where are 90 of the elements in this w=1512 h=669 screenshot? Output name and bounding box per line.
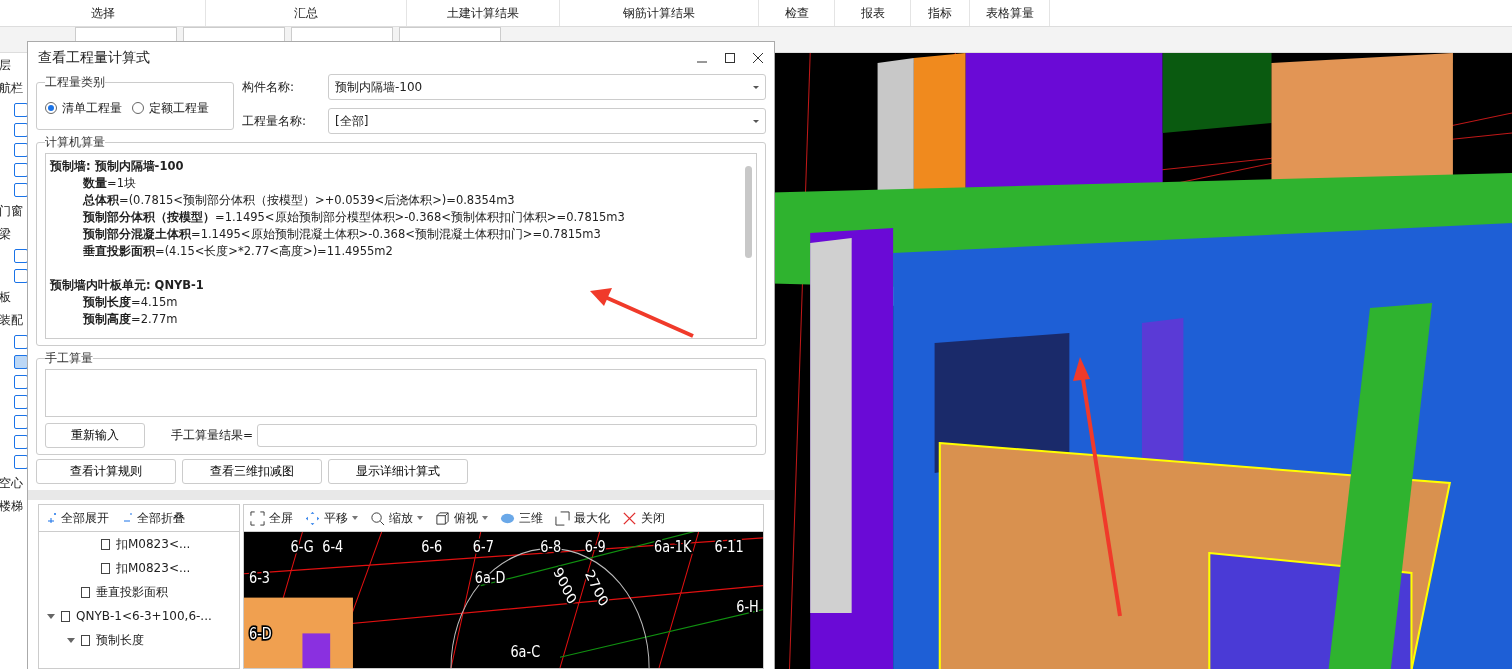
close-icon[interactable] [752, 52, 764, 64]
tree-toolbar-button[interactable]: 全部折叠 [123, 509, 185, 527]
group-legend: 手工算量 [45, 350, 93, 367]
formula-heading: 预制墙: 预制内隔墙-100 [50, 158, 185, 175]
list-icon [101, 538, 110, 550]
formula-line: 预制长度=4.15m [82, 294, 179, 311]
nav-label[interactable]: 空心 [0, 475, 23, 492]
tree-toolbar-button[interactable]: 全部展开 [47, 509, 109, 527]
group-legend: 计算机算量 [45, 134, 105, 151]
tree-item[interactable]: 扣M0823<... [116, 559, 191, 577]
field-label: 工程量名称: [242, 112, 308, 130]
formula-line: 总体积=(0.7815<预制部分体积（按模型）>+0.0539<后浇体积>)=0.8354m3 [81, 192, 516, 209]
fullscreen-view-icon [250, 510, 265, 526]
grid-axis-label: 6-H [736, 597, 759, 616]
list-icon [81, 586, 90, 598]
tree-item[interactable]: 扣M0823<... [116, 535, 191, 553]
dialog-title: 查看工程量计算式 [38, 49, 150, 67]
collapse-icon [123, 513, 133, 523]
action-button[interactable]: 显示详细计算式 [328, 459, 468, 484]
radio-label[interactable]: 定额工程量 [149, 99, 209, 117]
list-icon [61, 610, 70, 622]
nav-label[interactable]: 装配 [0, 312, 23, 329]
formula-heading: 预制墙内叶板单元: QNYB-1 [50, 277, 205, 294]
tree-item[interactable]: 预制长度 [96, 631, 144, 649]
group-legend: 工程量类别 [45, 74, 105, 91]
grid-axis-label: 6-11 [714, 538, 744, 556]
result-field[interactable] [257, 424, 757, 447]
dropdown-field[interactable]: 预制内隔墙-100 [328, 74, 766, 100]
caret-icon[interactable] [67, 636, 75, 644]
view-toolbar-button[interactable]: 关闭 [622, 509, 665, 527]
expand-icon [47, 513, 57, 523]
zoom-view-icon [370, 510, 385, 526]
grid-axis-label: 6a-C [510, 643, 541, 661]
grid-axis-label: 6-G [290, 538, 314, 556]
ribbon-tab[interactable]: 检查 [759, 0, 835, 26]
maximize-view-icon [555, 510, 570, 526]
radio-label[interactable]: 清单工程量 [62, 99, 122, 117]
maximize-icon[interactable] [724, 52, 736, 64]
grid-axis-label: 2700 [582, 566, 612, 610]
ribbon-tab[interactable]: 指标 [911, 0, 970, 26]
list-icon [81, 634, 90, 646]
view-toolbar-button[interactable]: 俯视 [435, 509, 488, 527]
ribbon-tab[interactable]: 土建计算结果 [407, 0, 560, 26]
formula-line: 数量=1块 [82, 175, 137, 192]
tree-item[interactable]: QNYB-1<6-3+100,6-... [76, 609, 212, 623]
field-label: 构件名称: [242, 78, 296, 96]
dropdown-field[interactable]: [全部] [328, 108, 766, 134]
action-button[interactable]: 查看计算规则 [36, 459, 176, 484]
opening-block [302, 633, 331, 668]
nav-label[interactable]: 层 [0, 57, 11, 74]
dropdown-caret-icon[interactable] [482, 516, 488, 520]
grid-axis-label: 6-7 [472, 538, 494, 556]
view-toolbar-button[interactable]: 平移 [305, 509, 358, 527]
radio-button[interactable] [45, 102, 57, 114]
view-toolbar-button[interactable]: 最大化 [555, 509, 610, 527]
ribbon-tab[interactable]: 表格算量 [970, 0, 1050, 26]
view-toolbar-button[interactable]: 全屏 [250, 509, 293, 527]
formula-line: 预制高度=2.77m [82, 311, 179, 328]
formula-line: 预制部分体积（按模型）=1.1495<原始预制部分模型体积>-0.368<预制体积扣门体积>=0.7815m3 [82, 209, 626, 226]
nav-label[interactable]: 航栏 [0, 80, 23, 97]
ribbon-tab[interactable]: 钢筋计算结果 [560, 0, 759, 26]
dropdown-caret-icon[interactable] [352, 516, 358, 520]
grid-axis-label: 6-6 [421, 538, 443, 556]
action-button[interactable]: 查看三维扣减图 [182, 459, 322, 484]
grid-axis-label: 9000 [550, 564, 580, 608]
grid-axis-label: 6-D [248, 625, 272, 643]
top-view-icon [435, 510, 450, 526]
pan-view-icon [305, 510, 320, 526]
scrollbar-thumb[interactable] [745, 166, 752, 258]
nav-label[interactable]: 门窗 [0, 203, 23, 220]
formula-line: 垂直投影面积=(4.15<长度>*2.77<高度>)=11.4955m2 [82, 243, 394, 260]
formula-line: 预制部分混凝土体积=1.1495<原始预制混凝土体积>-0.368<预制混凝土体积扣门>=0.7815m3 [82, 226, 602, 243]
grid-axis-label: 6-4 [322, 538, 344, 556]
view-toolbar-button[interactable]: 三维 [500, 509, 543, 527]
list-icon [101, 562, 110, 574]
result-label: 手工算量结果= [171, 427, 255, 444]
close-view-icon [622, 510, 637, 526]
component-icon[interactable] [14, 355, 27, 369]
ribbon-tab[interactable]: 汇总 [206, 0, 407, 26]
dropdown-caret-icon[interactable] [417, 516, 423, 520]
nav-label[interactable]: 梁 [0, 226, 11, 243]
grid-axis-label: 6-3 [248, 569, 270, 587]
tree-item[interactable]: 垂直投影面积 [96, 583, 168, 601]
view-toolbar-button[interactable]: 缩放 [370, 509, 423, 527]
radio-button[interactable] [132, 102, 144, 114]
ribbon-tab[interactable]: 报表 [835, 0, 911, 26]
manual-input-field[interactable] [45, 369, 757, 417]
reset-button[interactable]: 重新输入 [45, 423, 145, 448]
ribbon-tab[interactable]: 选择 [0, 0, 206, 26]
caret-icon[interactable] [47, 612, 55, 620]
